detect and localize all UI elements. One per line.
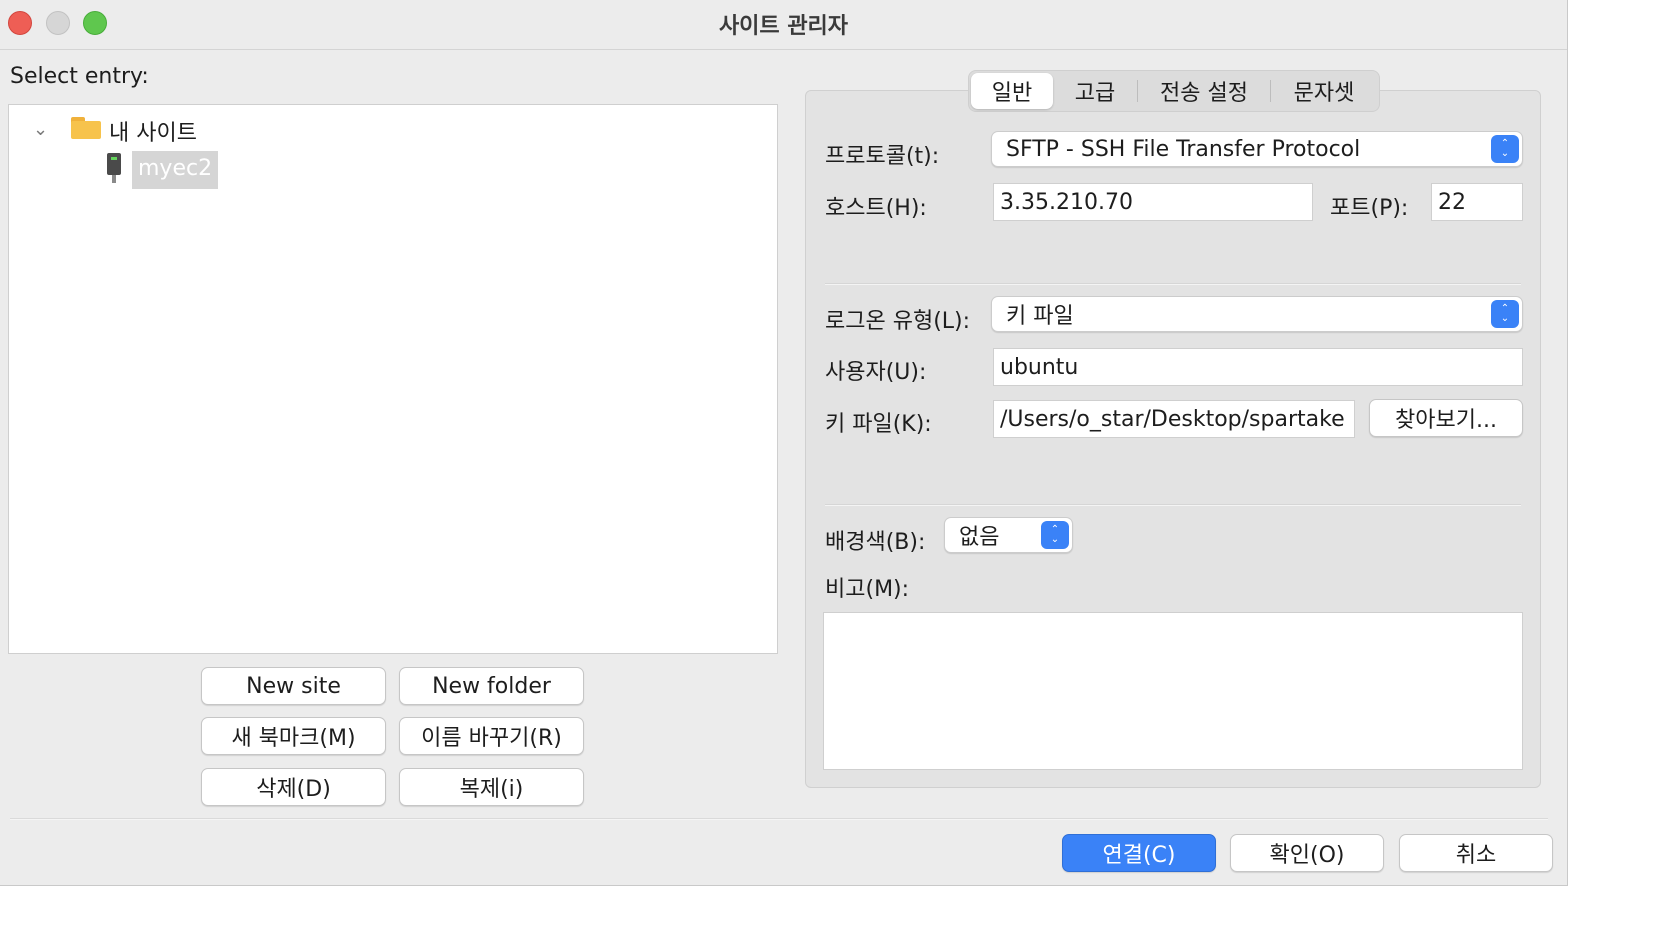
section-divider — [825, 504, 1521, 506]
keyfile-label: 키 파일(K): — [825, 412, 932, 437]
port-label: 포트(P): — [1330, 196, 1409, 221]
port-input[interactable]: 22 — [1431, 183, 1523, 221]
protocol-label: 프로토콜(t): — [825, 144, 940, 169]
comments-label: 비고(M): — [825, 577, 910, 602]
rename-button[interactable]: 이름 바꾸기(R) — [399, 717, 584, 755]
chevron-updown-icon: ⌃ ⌄ — [1491, 300, 1519, 328]
user-input[interactable]: ubuntu — [993, 348, 1523, 386]
section-divider — [825, 283, 1521, 285]
new-site-button[interactable]: New site — [201, 667, 386, 705]
site-tree[interactable]: ⌄ 내 사이트 myec2 — [8, 104, 778, 654]
background-color-select[interactable]: 없음 ⌃ ⌄ — [944, 517, 1073, 553]
titlebar: 사이트 관리자 — [0, 0, 1567, 50]
site-manager-window: 사이트 관리자 Select entry: ⌄ 내 사이트 myec2 New … — [0, 0, 1568, 886]
background-color-value: 없음 — [959, 525, 1000, 550]
cancel-button[interactable]: 취소 — [1399, 834, 1553, 872]
logon-type-select[interactable]: 키 파일 ⌃ ⌄ — [991, 296, 1523, 332]
window-title: 사이트 관리자 — [718, 14, 849, 39]
settings-tabs: 일반 고급 전송 설정 문자셋 — [968, 70, 1380, 112]
folder-icon — [71, 115, 101, 139]
tab-general[interactable]: 일반 — [971, 73, 1053, 109]
new-bookmark-button[interactable]: 새 북마크(M) — [201, 717, 386, 755]
duplicate-button[interactable]: 복제(i) — [399, 768, 584, 806]
logon-type-value: 키 파일 — [1006, 304, 1074, 329]
keyfile-input[interactable]: /Users/o_star/Desktop/spartake — [993, 400, 1355, 438]
host-label: 호스트(H): — [825, 196, 927, 221]
chevron-down-icon[interactable]: ⌄ — [33, 119, 48, 140]
tree-folder-my-sites[interactable]: 내 사이트 — [109, 115, 197, 147]
tree-site-item[interactable]: myec2 — [132, 151, 219, 189]
comments-textarea[interactable] — [823, 612, 1523, 770]
footer-divider — [10, 818, 1548, 820]
ok-button[interactable]: 확인(O) — [1230, 834, 1384, 872]
new-folder-button[interactable]: New folder — [399, 667, 584, 705]
tab-charset[interactable]: 문자셋 — [1271, 73, 1377, 109]
tab-transfer-settings[interactable]: 전송 설정 — [1138, 73, 1270, 109]
protocol-value: SFTP - SSH File Transfer Protocol — [1006, 136, 1361, 162]
logon-type-label: 로그온 유형(L): — [825, 309, 971, 334]
tab-advanced[interactable]: 고급 — [1053, 73, 1137, 109]
server-icon — [107, 153, 121, 183]
user-label: 사용자(U): — [825, 360, 927, 385]
browse-button[interactable]: 찾아보기... — [1369, 399, 1523, 437]
protocol-select[interactable]: SFTP - SSH File Transfer Protocol ⌃ ⌄ — [991, 131, 1523, 167]
delete-button[interactable]: 삭제(D) — [201, 768, 386, 806]
chevron-updown-icon: ⌃ ⌄ — [1491, 135, 1519, 163]
host-input[interactable]: 3.35.210.70 — [993, 183, 1313, 221]
background-color-label: 배경색(B): — [825, 530, 926, 555]
connect-button[interactable]: 연결(C) — [1062, 834, 1216, 872]
select-entry-label: Select entry: — [10, 64, 149, 89]
chevron-updown-icon: ⌃ ⌄ — [1041, 521, 1069, 549]
